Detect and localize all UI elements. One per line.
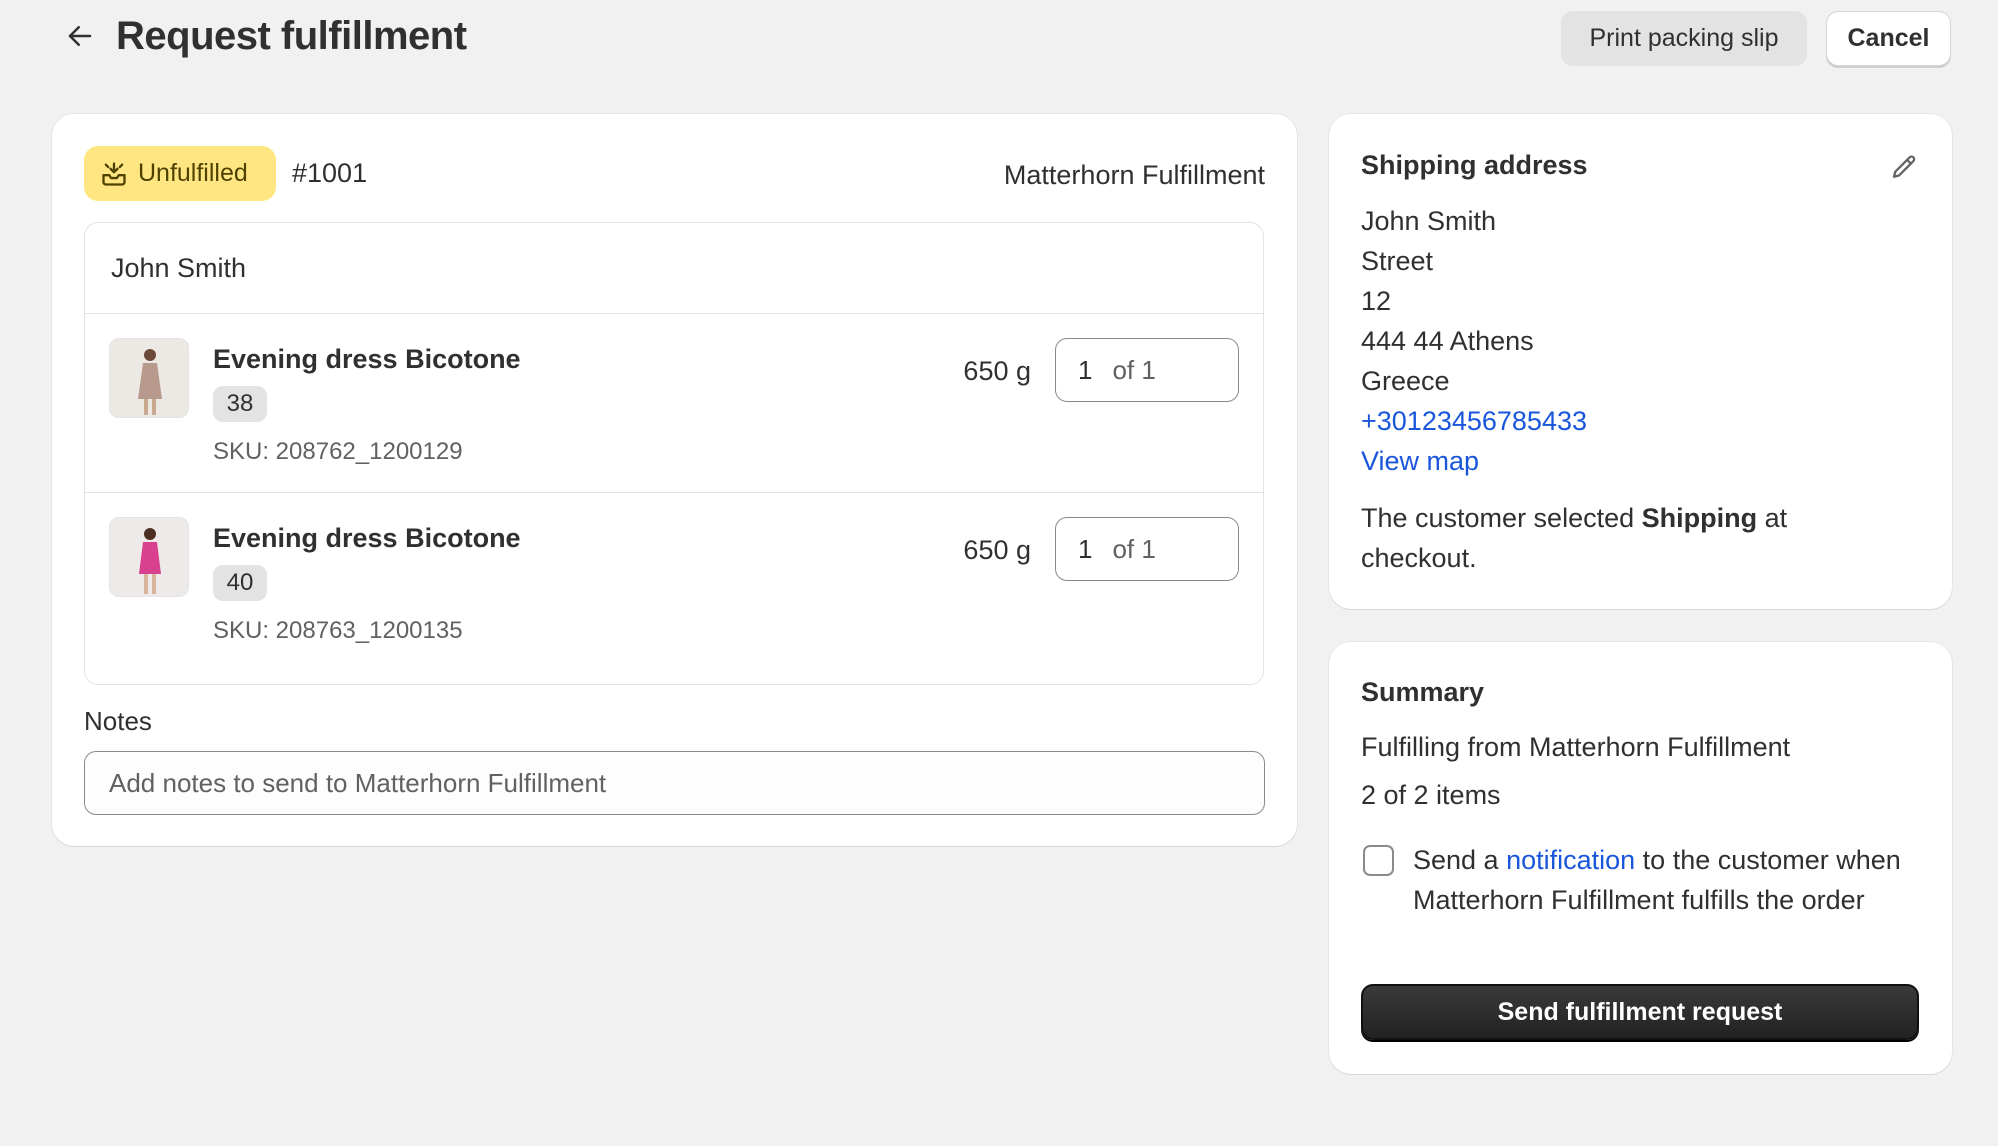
item-weight: 650 g <box>963 535 1031 565</box>
shipping-note-prefix: The customer selected <box>1361 503 1642 533</box>
quantity-total: of 1 <box>1112 354 1156 385</box>
product-thumbnail <box>109 517 189 597</box>
item-title: Evening dress Bicotone <box>213 344 521 374</box>
dress-image-icon <box>110 339 188 417</box>
fulfillment-location: Matterhorn Fulfillment <box>1003 160 1265 190</box>
dress-image-icon <box>110 518 188 596</box>
quantity-value: 1 <box>1078 533 1093 564</box>
order-number: #1001 <box>292 158 368 188</box>
request-fulfillment-page: Request fulfillment Print packing slip C… <box>0 0 1998 1146</box>
summary-card: Summary Fulfilling from Matterhorn Fulfi… <box>1329 642 1952 1074</box>
notify-customer-checkbox[interactable] <box>1363 845 1394 876</box>
back-button[interactable] <box>60 16 100 56</box>
customer-name: John Smith <box>111 253 247 283</box>
status-badge: Unfulfilled <box>84 146 276 201</box>
product-thumbnail <box>109 338 189 418</box>
shipping-address-heading: Shipping address <box>1361 150 1588 180</box>
status-label: Unfulfilled <box>138 159 248 187</box>
address-line: 444 44 Athens <box>1361 326 1534 356</box>
shipping-method: Shipping <box>1641 503 1758 533</box>
page-title: Request fulfillment <box>116 14 467 58</box>
fulfilling-from-text: Fulfilling from Matterhorn Fulfillment <box>1361 732 1791 762</box>
quantity-total: of 1 <box>1112 533 1156 564</box>
item-title: Evening dress Bicotone <box>213 523 521 553</box>
phone-link[interactable]: +30123456785433 <box>1361 406 1587 437</box>
notify-prefix: Send a <box>1413 845 1507 875</box>
address-line: 12 <box>1361 286 1392 316</box>
item-weight: 650 g <box>963 356 1031 386</box>
line-item: Evening dress Bicotone 38 SKU: 208762_12… <box>85 314 1263 492</box>
view-map-link[interactable]: View map <box>1361 446 1479 477</box>
variant-badge: 40 <box>213 565 267 601</box>
item-sku: SKU: 208763_1200135 <box>213 617 463 644</box>
fulfillment-card: Unfulfilled #1001 Matterhorn Fulfillment… <box>52 114 1297 846</box>
cancel-button[interactable]: Cancel <box>1826 11 1951 66</box>
quantity-value: 1 <box>1078 354 1093 385</box>
notification-link[interactable]: notification <box>1506 845 1635 875</box>
notify-customer-label: Send a notification to the customer when… <box>1413 840 1913 920</box>
line-items-box: John Smith Evening dress Bicotone 38 SKU… <box>84 222 1264 685</box>
quantity-input[interactable]: 1 of 1 <box>1055 338 1239 402</box>
print-packing-slip-button[interactable]: Print packing slip <box>1561 11 1807 66</box>
summary-heading: Summary <box>1361 677 1485 707</box>
unfulfilled-icon <box>102 161 126 186</box>
edit-address-button[interactable] <box>1886 150 1922 186</box>
item-sku: SKU: 208762_1200129 <box>213 438 463 465</box>
arrow-left-icon <box>68 26 92 46</box>
shipping-method-note: The customer selected Shipping at checko… <box>1361 498 1881 578</box>
line-item: Evening dress Bicotone 40 SKU: 208763_12… <box>85 493 1263 671</box>
pencil-icon <box>1892 155 1916 178</box>
quantity-input[interactable]: 1 of 1 <box>1055 517 1239 581</box>
notes-label: Notes <box>84 706 152 736</box>
variant-badge: 38 <box>213 386 267 422</box>
address-line: Greece <box>1361 366 1450 396</box>
address-line: John Smith <box>1361 206 1497 236</box>
item-count-text: 2 of 2 items <box>1361 780 1501 810</box>
shipping-address-card: Shipping address John Smith Street 12 44… <box>1329 114 1952 609</box>
address-line: Street <box>1361 246 1434 276</box>
notes-input[interactable] <box>84 751 1265 815</box>
send-fulfillment-request-button[interactable]: Send fulfillment request <box>1361 984 1919 1040</box>
